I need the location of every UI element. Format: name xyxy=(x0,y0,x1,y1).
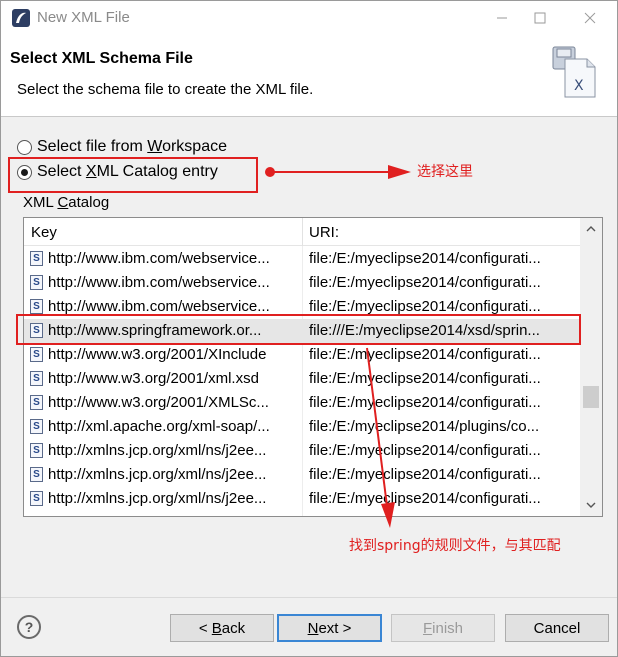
table-row[interactable]: Shttp://xmlns.jcp.org/xml/ns/j2ee... fil… xyxy=(24,463,580,487)
option-workspace[interactable]: Select file from Workspace xyxy=(17,136,227,158)
row-key: http://xml.apache.org/xml-soap/... xyxy=(48,418,270,435)
finish-label-post: inish xyxy=(432,619,464,637)
table-header: Key URI: xyxy=(24,218,580,246)
row-uri: file:/E:/myeclipse2014/configurati... xyxy=(309,250,541,267)
help-icon: ? xyxy=(24,619,34,635)
footer-divider xyxy=(1,597,617,598)
row-key-cell: Shttp://www.ibm.com/webservice... xyxy=(30,298,300,315)
maximize-button[interactable] xyxy=(517,1,563,35)
row-key-cell: Shttp://www.w3.org/2001/XInclude xyxy=(30,346,300,363)
column-uri[interactable]: URI: xyxy=(309,224,339,241)
row-uri: file:/E:/myeclipse2014/configurati... xyxy=(309,442,541,459)
row-key-cell: Shttp://www.w3.org/2001/XMLSc... xyxy=(30,394,300,411)
row-key-cell: Shttp://www.w3.org/2001/xml.xsd xyxy=(30,370,300,387)
table-row[interactable]: Shttp://xml.apache.org/xml-soap/... file… xyxy=(24,415,580,439)
scroll-thumb[interactable] xyxy=(583,386,599,408)
chevron-down-icon xyxy=(586,502,596,508)
row-key-cell: Shttp://xml.apache.org/xml-soap/... xyxy=(30,418,300,435)
annotation-arrow-down xyxy=(366,347,395,528)
help-button[interactable]: ? xyxy=(17,615,41,639)
catalog-label: XML Catalog xyxy=(23,194,110,211)
row-uri: file:/E:/myeclipse2014/configurati... xyxy=(309,490,541,507)
schema-file-icon: S xyxy=(30,371,43,386)
scroll-down-button[interactable] xyxy=(580,494,602,516)
xml-file-icon: X xyxy=(552,46,596,98)
svg-text:X: X xyxy=(574,78,584,94)
table-row[interactable]: Shttp://www.ibm.com/webservice... file:/… xyxy=(24,271,580,295)
back-label-post: ack xyxy=(221,619,246,637)
column-divider xyxy=(302,218,303,246)
finish-label-mnemonic: F xyxy=(422,619,433,637)
back-button[interactable]: < Back xyxy=(170,614,274,642)
row-uri: file:/E:/myeclipse2014/plugins/co... xyxy=(309,418,540,435)
schema-file-icon: S xyxy=(30,491,43,506)
row-key: http://www.ibm.com/webservice... xyxy=(48,250,270,267)
row-key-cell: Shttp://www.ibm.com/webservice... xyxy=(30,274,300,291)
close-button[interactable] xyxy=(567,1,613,35)
minimize-icon xyxy=(497,17,507,19)
row-key: http://www.ibm.com/webservice... xyxy=(48,274,270,291)
schema-file-icon: S xyxy=(30,347,43,362)
next-label-post: ext > xyxy=(318,619,352,637)
row-key: http://xmlns.jcp.org/xml/ns/j2ee... xyxy=(48,490,267,507)
table-row[interactable]: Shttp://www.w3.org/2001/XMLSc... file:/E… xyxy=(24,391,580,415)
column-key[interactable]: Key xyxy=(31,224,57,241)
row-key: http://xmlns.jcp.org/xml/ns/j2ee... xyxy=(48,466,267,483)
back-label-mnemonic: B xyxy=(211,619,222,637)
row-key: http://www.w3.org/2001/XInclude xyxy=(48,346,267,363)
table-row[interactable]: Shttp://www.w3.org/2001/xml.xsd file:/E:… xyxy=(24,367,580,391)
schema-file-icon: S xyxy=(30,275,43,290)
back-label-pre: < xyxy=(198,619,212,637)
row-uri: file:/E:/myeclipse2014/configurati... xyxy=(309,274,541,291)
row-key-cell: Shttp://www.ibm.com/webservice... xyxy=(30,250,300,267)
page-description: Select the schema file to create the XML… xyxy=(17,81,314,98)
table-row[interactable]: Shttp://www.ibm.com/webservice... file:/… xyxy=(24,247,580,271)
table-row[interactable]: Shttp://xmlns.jcp.org/xml/ns/j2ee... fil… xyxy=(24,487,580,511)
schema-file-icon: S xyxy=(30,395,43,410)
row-uri: file:/E:/myeclipse2014/configurati... xyxy=(309,394,541,411)
annotation-arrow-right xyxy=(265,165,411,179)
schema-file-icon: S xyxy=(30,467,43,482)
window-title: New XML File xyxy=(37,9,130,26)
schema-file-icon: S xyxy=(30,299,43,314)
row-key-cell: Shttp://xmlns.jcp.org/xml/ns/j2ee... xyxy=(30,442,300,459)
row-uri: file:/E:/myeclipse2014/configurati... xyxy=(309,298,541,315)
next-button[interactable]: Next > xyxy=(277,614,382,642)
row-uri: file:/E:/myeclipse2014/configurati... xyxy=(309,466,541,483)
catalog-table[interactable]: Key URI: Shttp://www.ibm.com/webservice.… xyxy=(23,217,603,517)
row-key-cell: Shttp://xmlns.jcp.org/xml/ns/j2ee... xyxy=(30,490,300,507)
eclipse-icon xyxy=(12,9,30,27)
schema-file-icon: S xyxy=(30,443,43,458)
row-key: http://www.ibm.com/webservice... xyxy=(48,298,270,315)
wizard-header: Select XML Schema File Select the schema… xyxy=(1,35,617,117)
chevron-up-icon xyxy=(586,226,596,232)
row-uri: file:/E:/myeclipse2014/configurati... xyxy=(309,346,541,363)
highlight-spring-row xyxy=(16,314,581,345)
row-key: http://www.w3.org/2001/XMLSc... xyxy=(48,394,269,411)
workspace-radio[interactable] xyxy=(17,139,32,155)
row-key-cell: Shttp://xmlns.jcp.org/xml/ns/j2ee... xyxy=(30,466,300,483)
close-icon xyxy=(584,12,596,24)
table-row[interactable]: Shttp://xmlns.jcp.org/xml/ns/j2ee... fil… xyxy=(24,439,580,463)
title-bar[interactable]: New XML File xyxy=(1,1,617,35)
highlight-catalog-option xyxy=(8,157,258,193)
page-title: Select XML Schema File xyxy=(10,50,193,67)
annotation-choose-here: 选择这里 xyxy=(417,164,473,180)
row-uri: file:/E:/myeclipse2014/configurati... xyxy=(309,370,541,387)
workspace-label: Select file from Workspace xyxy=(37,138,227,155)
schema-file-icon: S xyxy=(30,251,43,266)
next-label-mnemonic: N xyxy=(307,619,319,637)
cancel-button[interactable]: Cancel xyxy=(505,614,609,642)
finish-button[interactable]: Finish xyxy=(391,614,495,642)
schema-file-icon: S xyxy=(30,419,43,434)
table-scrollbar[interactable] xyxy=(580,218,602,516)
scroll-up-button[interactable] xyxy=(580,218,602,240)
annotation-find-spring: 找到spring的规则文件，与其匹配 xyxy=(349,538,561,554)
maximize-icon xyxy=(534,12,546,24)
row-key: http://xmlns.jcp.org/xml/ns/j2ee... xyxy=(48,442,267,459)
row-key: http://www.w3.org/2001/xml.xsd xyxy=(48,370,259,387)
table-row[interactable]: Shttp://www.w3.org/2001/XInclude file:/E… xyxy=(24,343,580,367)
new-xml-file-dialog: New XML File Select XML Schema File Sele… xyxy=(0,0,618,657)
